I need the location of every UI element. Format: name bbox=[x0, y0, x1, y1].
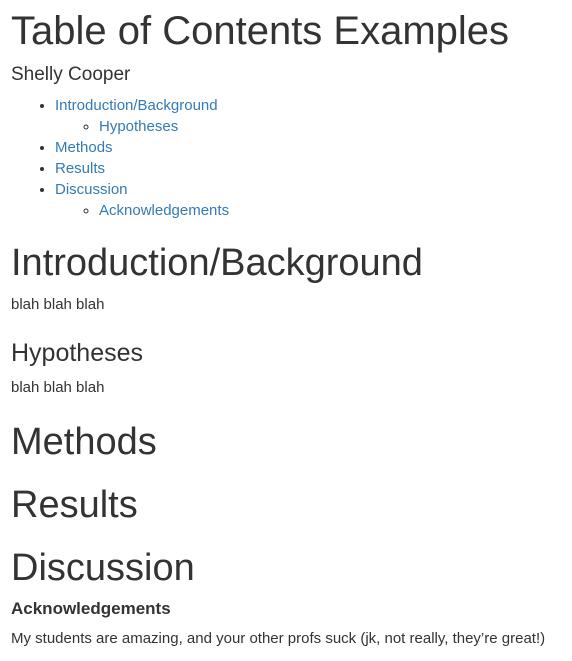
discussion-heading: Discussion bbox=[11, 547, 195, 589]
toc-item-hypotheses: Hypotheses bbox=[99, 116, 229, 137]
results-heading: Results bbox=[11, 484, 138, 526]
toc-item-acknowledgements: Acknowledgements bbox=[99, 200, 229, 221]
toc-sublist-introduction: Hypotheses bbox=[55, 116, 229, 137]
toc-item-discussion: Discussion Acknowledgements bbox=[55, 179, 229, 221]
toc-link-discussion[interactable]: Discussion bbox=[55, 181, 128, 198]
hypotheses-heading: Hypotheses bbox=[11, 339, 144, 367]
document-page: Table of Contents Examples Shelly Cooper… bbox=[0, 0, 561, 661]
toc-item-results: Results bbox=[55, 158, 229, 179]
toc-link-methods[interactable]: Methods bbox=[55, 139, 113, 156]
page-title: Table of Contents Examples bbox=[11, 9, 510, 53]
acknowledgements-text: My students are amazing, and your other … bbox=[11, 630, 546, 647]
table-of-contents: Introduction/Background Hypotheses Metho… bbox=[0, 95, 229, 221]
toc-item-methods: Methods bbox=[55, 137, 229, 158]
hypotheses-text: blah blah blah bbox=[11, 379, 105, 396]
toc-link-hypotheses[interactable]: Hypotheses bbox=[99, 118, 178, 135]
author-name: Shelly Cooper bbox=[11, 64, 131, 85]
toc-link-results[interactable]: Results bbox=[55, 160, 105, 177]
toc-link-acknowledgements[interactable]: Acknowledgements bbox=[99, 202, 229, 219]
toc-sublist-discussion: Acknowledgements bbox=[55, 200, 229, 221]
introduction-text: blah blah blah bbox=[11, 296, 105, 313]
methods-heading: Methods bbox=[11, 421, 157, 463]
introduction-heading: Introduction/Background bbox=[11, 242, 423, 284]
toc-item-introduction: Introduction/Background Hypotheses bbox=[55, 95, 229, 137]
toc-link-introduction[interactable]: Introduction/Background bbox=[55, 97, 218, 114]
acknowledgements-heading: Acknowledgements bbox=[11, 599, 171, 618]
